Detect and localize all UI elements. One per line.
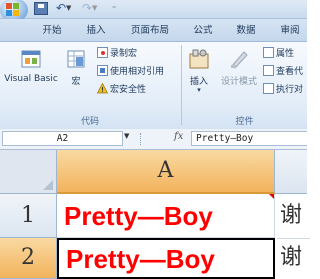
tab-insert[interactable]: 插入 <box>79 22 113 41</box>
cell-a2[interactable]: Pretty—Boy <box>57 238 275 279</box>
ribbon-tabs: 开始 插入 页面布局 公式 数据 审阅 <box>0 19 307 41</box>
warning-shield-icon <box>96 82 109 94</box>
tab-page-layout[interactable]: 页面布局 <box>120 22 180 41</box>
customize-toolbar-icon[interactable]: ⁼ <box>112 2 122 15</box>
properties-label: 属性 <box>276 49 295 59</box>
formula-bar-grip[interactable] <box>140 133 143 145</box>
view-code-icon <box>263 65 274 76</box>
name-box-dropdown-icon[interactable]: ▼ <box>124 132 132 140</box>
relative-reference-button[interactable]: 使用相对引用 <box>97 65 164 78</box>
macros-button[interactable]: 宏 <box>63 48 89 87</box>
visual-basic-icon <box>20 48 42 70</box>
visual-basic-label: Visual Basic <box>4 74 58 84</box>
tab-formulas[interactable]: 公式 <box>186 22 220 41</box>
cell-a1[interactable]: Pretty—Boy <box>57 194 275 238</box>
tab-home[interactable]: 开始 <box>33 22 71 41</box>
run-dialog-icon <box>263 83 274 94</box>
macro-security-button[interactable]: 宏安全性 <box>96 82 147 96</box>
office-logo-icon <box>6 3 20 16</box>
insert-control-button[interactable]: 插入 ▾ <box>184 48 214 94</box>
relative-reference-icon <box>97 65 108 76</box>
row-header-2[interactable]: 2 <box>0 238 57 279</box>
run-dialog-button[interactable]: 执行对 <box>263 83 303 96</box>
record-macro-button[interactable]: 录制宏 <box>97 47 137 60</box>
relative-reference-label: 使用相对引用 <box>110 67 165 77</box>
insert-dropdown-icon: ▾ <box>197 86 201 94</box>
run-dialog-label: 执行对 <box>276 85 304 95</box>
column-header-a[interactable]: A <box>57 150 275 194</box>
controls-group-label: 控件 <box>235 117 254 127</box>
cell-b1[interactable]: 谢 <box>277 194 310 239</box>
redo-dropdown-icon[interactable]: ▼ <box>92 2 100 15</box>
save-icon[interactable] <box>34 2 48 15</box>
record-macro-label: 录制宏 <box>110 49 138 59</box>
view-code-label: 查看代 <box>276 67 304 77</box>
properties-icon <box>263 47 274 58</box>
group-separator <box>181 45 182 125</box>
visual-basic-button[interactable]: Visual Basic <box>1 48 61 84</box>
design-mode-icon <box>228 48 250 70</box>
ribbon: Visual Basic 宏 录制宏 使用相对引用 宏安全性 代码 插入 ▾ 设… <box>0 41 307 130</box>
macros-icon <box>65 48 87 70</box>
tab-review[interactable]: 审阅 <box>273 22 307 41</box>
view-code-button[interactable]: 查看代 <box>263 65 303 78</box>
formula-input[interactable]: Pretty—Boy <box>191 131 307 146</box>
record-macro-icon <box>97 47 108 58</box>
cell-b2[interactable]: 谢 <box>277 238 310 279</box>
toolbox-icon <box>188 48 210 70</box>
column-header-b[interactable] <box>275 150 307 194</box>
macros-label: 宏 <box>71 77 81 87</box>
code-group-label: 代码 <box>80 117 99 127</box>
tab-data[interactable]: 数据 <box>226 22 266 41</box>
properties-button[interactable]: 属性 <box>263 47 294 60</box>
select-all-button[interactable] <box>0 150 57 194</box>
title-bar: ↶ ▼ ↷ ▼ ⁼ <box>0 0 307 22</box>
insert-function-icon[interactable]: fx <box>174 131 183 142</box>
macro-security-label: 宏安全性 <box>110 85 147 95</box>
formula-bar: A2 ▼ fx Pretty—Boy <box>0 129 307 150</box>
design-mode-label: 设计模式 <box>220 77 257 87</box>
name-box[interactable]: A2 <box>2 131 123 146</box>
worksheet-grid: A 1 2 Pretty—Boy Pretty—Boy 谢 谢 <box>0 150 310 279</box>
design-mode-button[interactable]: 设计模式 <box>216 48 262 87</box>
row-header-1[interactable]: 1 <box>0 194 57 238</box>
undo-dropdown-icon[interactable]: ▼ <box>66 2 74 15</box>
